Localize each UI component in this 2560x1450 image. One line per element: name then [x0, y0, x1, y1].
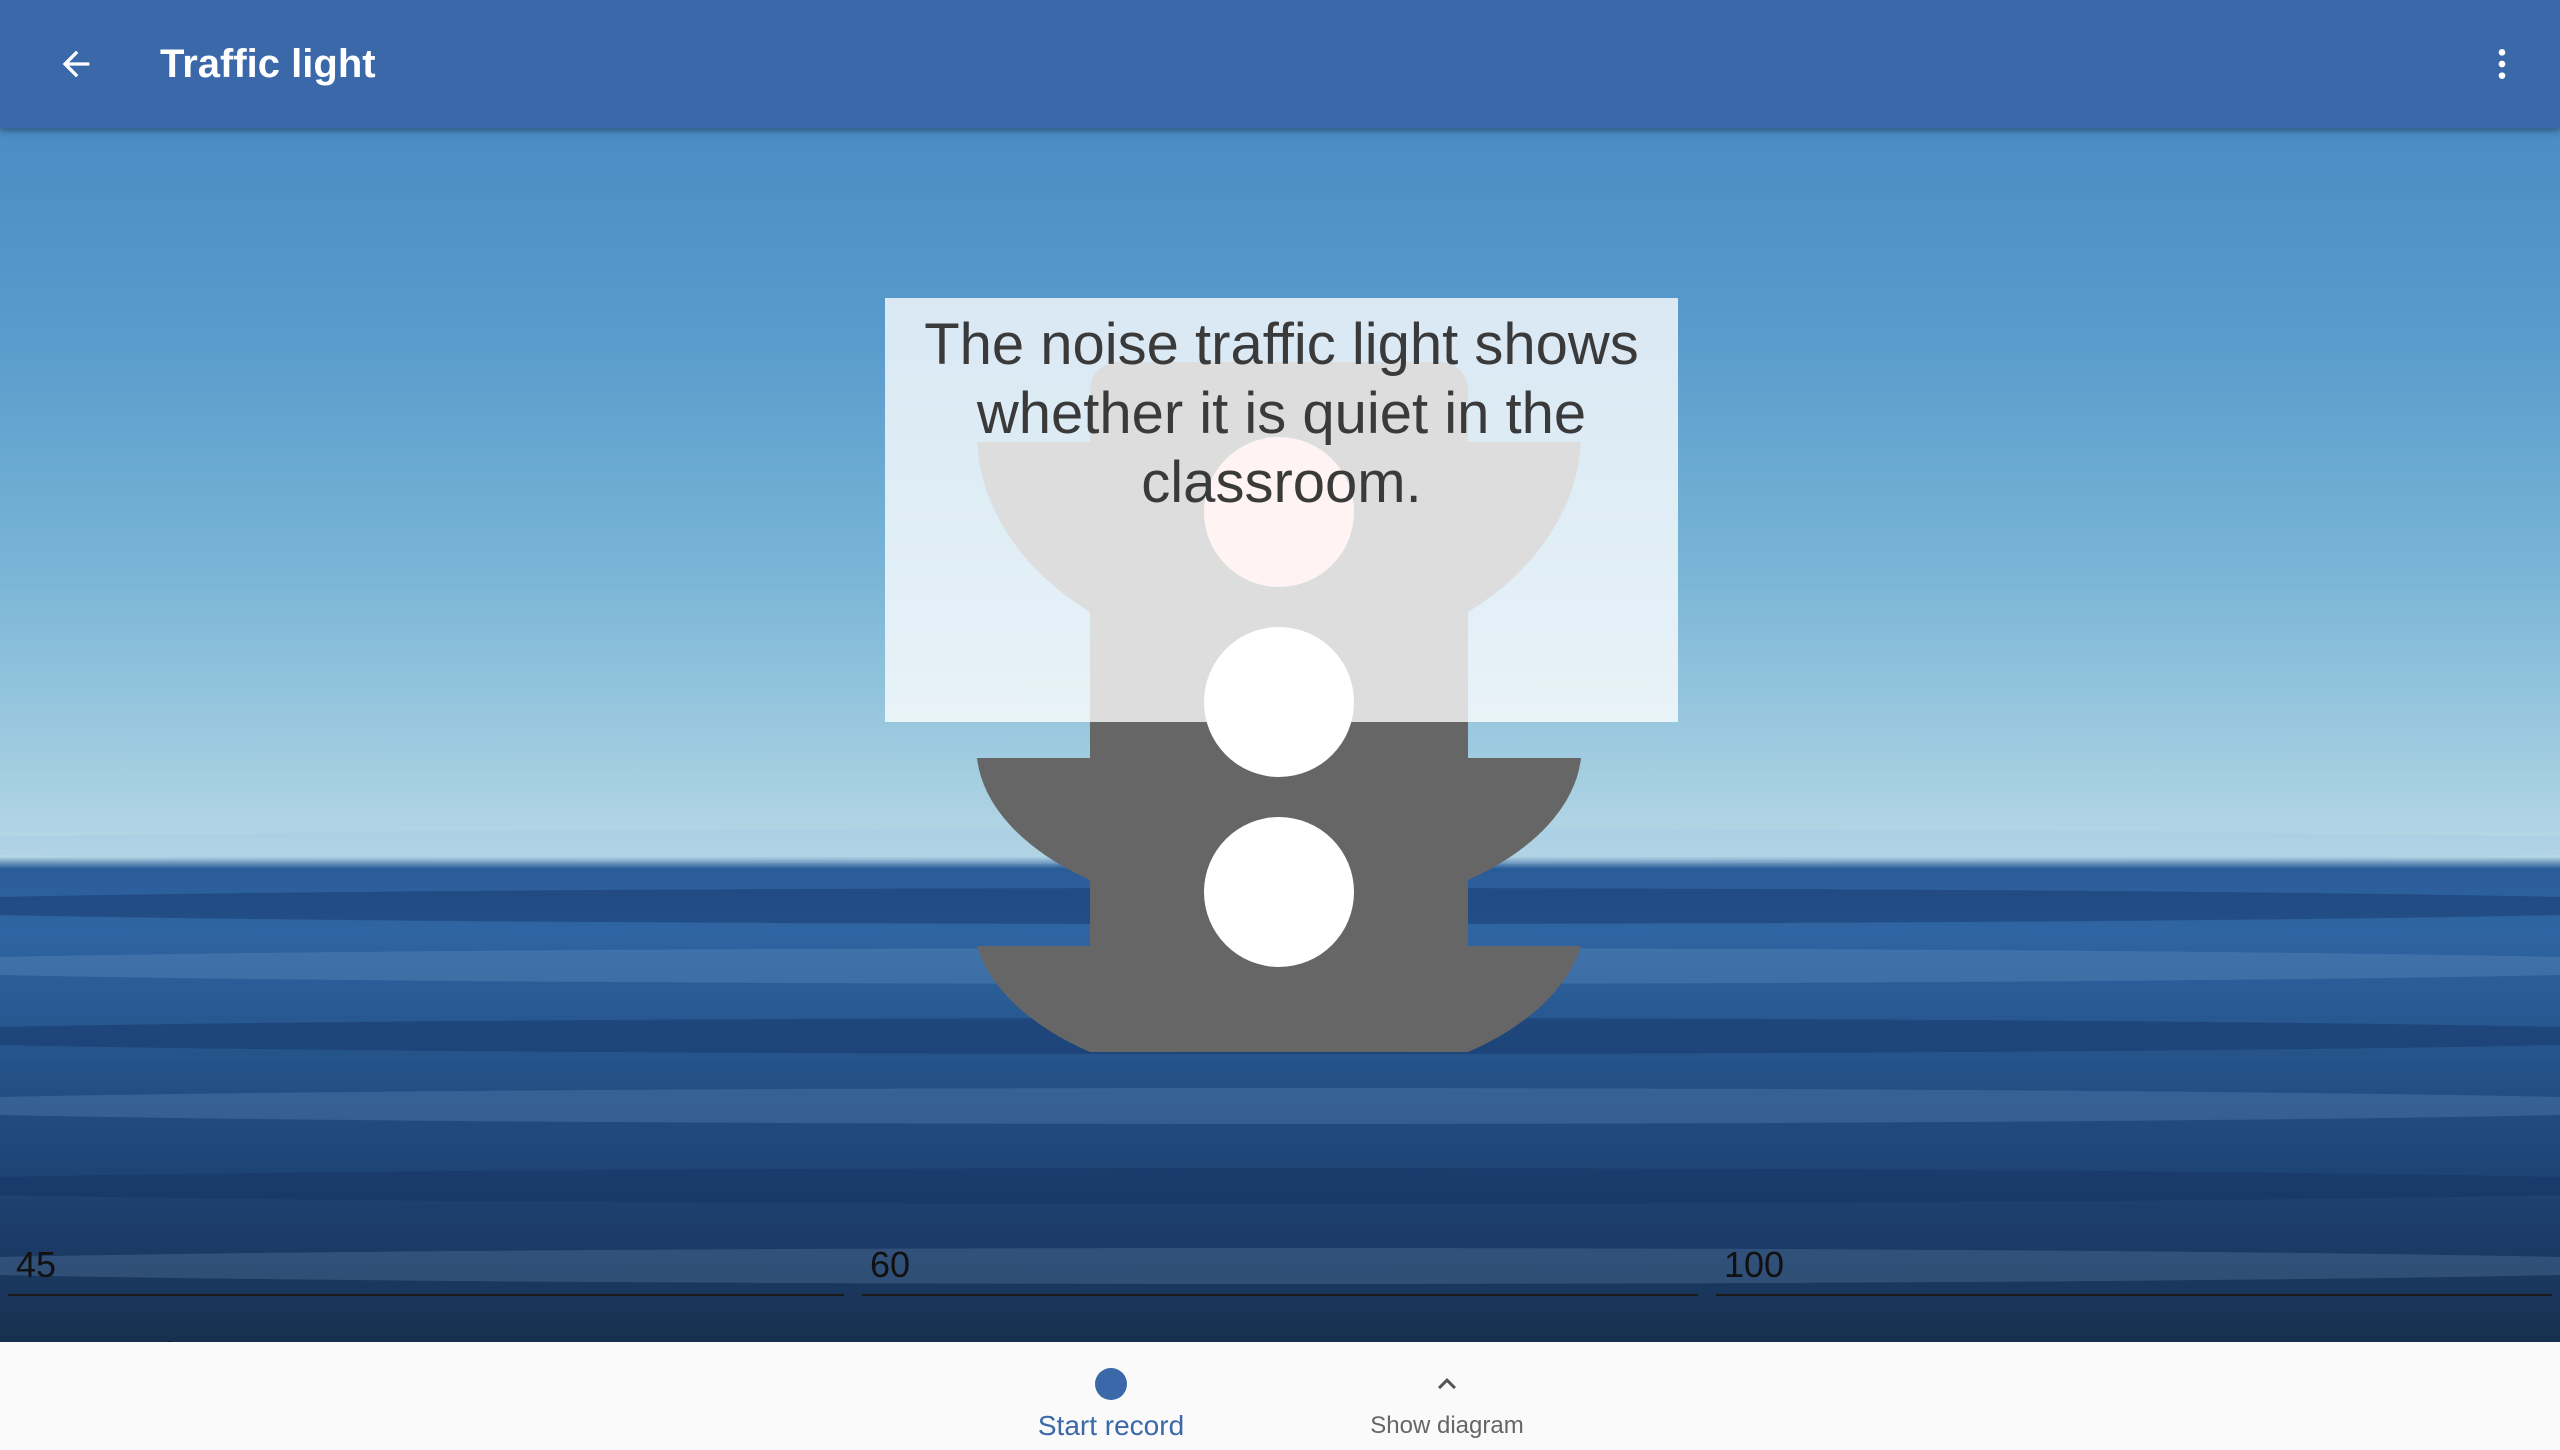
password-input[interactable]	[8, 1326, 2552, 1342]
threshold-field-3[interactable]	[1716, 1236, 2552, 1296]
show-diagram-button[interactable]: Show diagram	[1327, 1342, 1567, 1450]
more-vert-icon	[2498, 49, 2506, 79]
wave-decoration	[0, 1088, 2560, 1124]
app-bar: Traffic light	[0, 0, 2560, 128]
bottom-navigation: Start record Show diagram	[0, 1342, 2560, 1450]
password-field[interactable]	[8, 1326, 2552, 1342]
info-text: The noise traffic light shows whether it…	[924, 312, 1639, 515]
lamp-green	[1204, 817, 1354, 967]
start-record-button[interactable]: Start record	[991, 1342, 1231, 1450]
wave-decoration	[0, 1168, 2560, 1204]
arrow-back-icon	[62, 50, 90, 78]
start-record-label: Start record	[1037, 1410, 1185, 1441]
threshold-input-3[interactable]	[1716, 1236, 2552, 1294]
page-title: Traffic light	[160, 42, 376, 86]
threshold-input-1[interactable]	[8, 1236, 844, 1294]
back-button[interactable]	[40, 28, 112, 100]
record-dot-icon	[1093, 1366, 1129, 1402]
info-overlay: The noise traffic light shows whether it…	[885, 298, 1678, 722]
show-diagram-label: Show diagram	[1370, 1412, 1524, 1439]
chevron-up-icon	[1429, 1366, 1465, 1402]
threshold-field-2[interactable]	[862, 1236, 1698, 1296]
main-content: The noise traffic light shows whether it…	[0, 128, 2560, 1342]
threshold-field-1[interactable]	[8, 1236, 844, 1296]
overflow-menu-button[interactable]	[2466, 28, 2538, 100]
threshold-input-2[interactable]	[862, 1236, 1698, 1294]
